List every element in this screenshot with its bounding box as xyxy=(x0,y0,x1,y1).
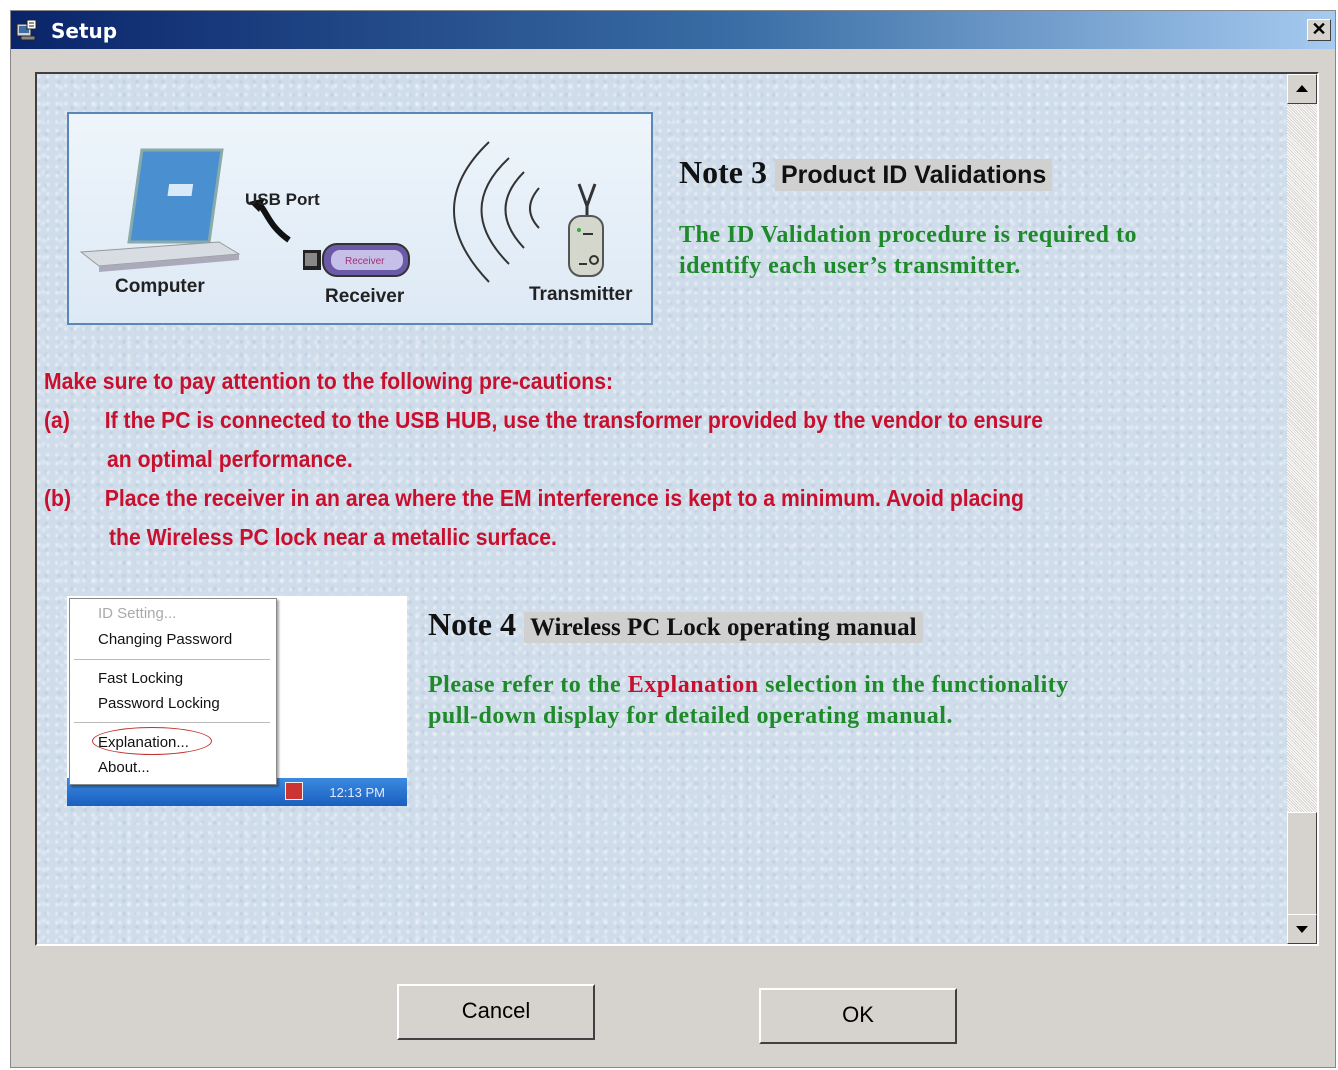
menu-item-changing-password: Changing Password xyxy=(98,631,233,648)
title-bar[interactable]: Setup ✕ xyxy=(11,11,1335,49)
note4-heading: Note 4 Wireless PC Lock operating manual xyxy=(428,606,923,643)
computer-icon xyxy=(79,148,241,272)
caution-item-a-cont: an optimal performance. xyxy=(107,440,353,479)
caution-line: Place the receiver in an area where the … xyxy=(104,485,1024,511)
content-panel: Receiver USB Port Computer Receiver Tran… xyxy=(35,72,1319,946)
explanation-keyword: Explanation xyxy=(627,672,759,698)
caution-item-b-cont: the Wireless PC lock near a metallic sur… xyxy=(109,518,557,557)
arrow-up-icon xyxy=(1296,85,1308,92)
setup-window: Setup ✕ Receiver USB Port Computer Recei… xyxy=(10,10,1336,1068)
scroll-down-button[interactable] xyxy=(1287,914,1317,944)
ok-button[interactable]: OK xyxy=(759,988,957,1044)
menu-item-password-locking: Password Locking xyxy=(98,695,220,712)
menu-separator xyxy=(74,659,270,660)
note3-text: The ID Validation procedure is required … xyxy=(679,220,1137,282)
note3-title: Product ID Validations xyxy=(774,159,1053,191)
cautions-heading: Make sure to pay attention to the follow… xyxy=(44,368,614,394)
note4-label: Note 4 xyxy=(428,606,516,642)
note3-line: The ID Validation procedure is required … xyxy=(679,222,1137,248)
receiver-device-icon: Receiver xyxy=(303,243,410,277)
menu-item-about: About... xyxy=(98,759,150,776)
caution-line: If the PC is connected to the USB HUB, u… xyxy=(104,407,1043,433)
usb-port-label: USB Port xyxy=(245,190,320,209)
note3-label: Note 3 xyxy=(679,154,767,190)
computer-label: Computer xyxy=(115,276,205,297)
menu-screenshot: 12:13 PM ID Setting... Changing Password… xyxy=(67,596,407,806)
connection-diagram: Receiver USB Port Computer Receiver Tran… xyxy=(67,112,653,325)
note3-line: identify each user’s transmitter. xyxy=(679,253,1021,279)
menu-item-id-setting: ID Setting... xyxy=(98,605,177,622)
arrow-down-icon xyxy=(1296,926,1308,933)
menu-separator xyxy=(74,722,270,723)
note4-line1-end: selection in the functionality xyxy=(758,672,1069,698)
transmitter-label: Transmitter xyxy=(529,284,633,305)
taskbar-clock: 12:13 PM xyxy=(329,785,385,800)
scroll-up-button[interactable] xyxy=(1287,74,1317,104)
caution-item-a: (a) If the PC is connected to the USB HUB… xyxy=(44,401,1043,440)
caution-item-b: (b) Place the receiver in an area where t… xyxy=(44,479,1024,518)
note4-text: Please refer to the Explanation selectio… xyxy=(428,670,1069,732)
caution-line: the Wireless PC lock near a metallic sur… xyxy=(109,524,557,550)
tray-lock-icon xyxy=(285,782,303,800)
close-button[interactable]: ✕ xyxy=(1307,19,1331,41)
receiver-label: Receiver xyxy=(325,286,405,307)
menu-item-fast-locking: Fast Locking xyxy=(98,670,184,687)
transmitter-icon xyxy=(568,183,604,277)
caution-marker: (b) xyxy=(44,485,72,511)
cancel-button[interactable]: Cancel xyxy=(397,984,595,1040)
vertical-scrollbar[interactable] xyxy=(1287,74,1317,944)
wireless-waves-icon xyxy=(453,141,540,283)
receiver-device-label: Receiver xyxy=(345,256,385,267)
note4-line2: pull-down display for detailed operating… xyxy=(428,703,953,729)
scroll-thumb[interactable] xyxy=(1287,812,1317,916)
note4-title: Wireless PC Lock operating manual xyxy=(523,612,923,643)
close-icon: ✕ xyxy=(1311,19,1327,39)
note4-line1-start: Please refer to the xyxy=(428,672,628,698)
window-title: Setup xyxy=(51,19,118,43)
context-menu: ID Setting... Changing Password Fast Loc… xyxy=(69,598,277,785)
caution-line: an optimal performance. xyxy=(107,446,353,472)
highlight-ellipse xyxy=(92,727,212,755)
caution-marker: (a) xyxy=(44,407,70,433)
setup-app-icon xyxy=(16,19,37,41)
note4-line1: Please refer to the Explanation selectio… xyxy=(428,670,1069,701)
note3-heading: Note 3 Product ID Validations xyxy=(679,154,1053,191)
